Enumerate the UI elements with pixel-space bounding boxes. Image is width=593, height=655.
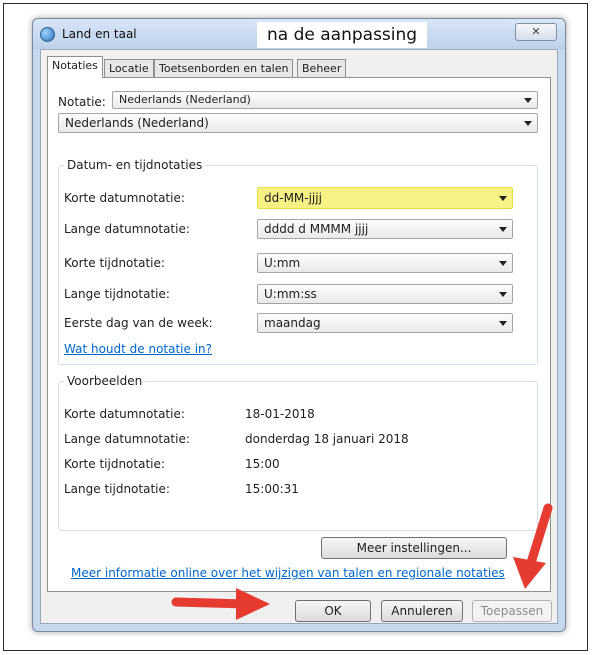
arrow-to-apply-icon xyxy=(513,503,553,589)
arrow-to-ok-icon xyxy=(171,588,270,620)
tab-notaties[interactable]: Notaties xyxy=(47,56,103,78)
annotation-arrows xyxy=(171,503,553,620)
